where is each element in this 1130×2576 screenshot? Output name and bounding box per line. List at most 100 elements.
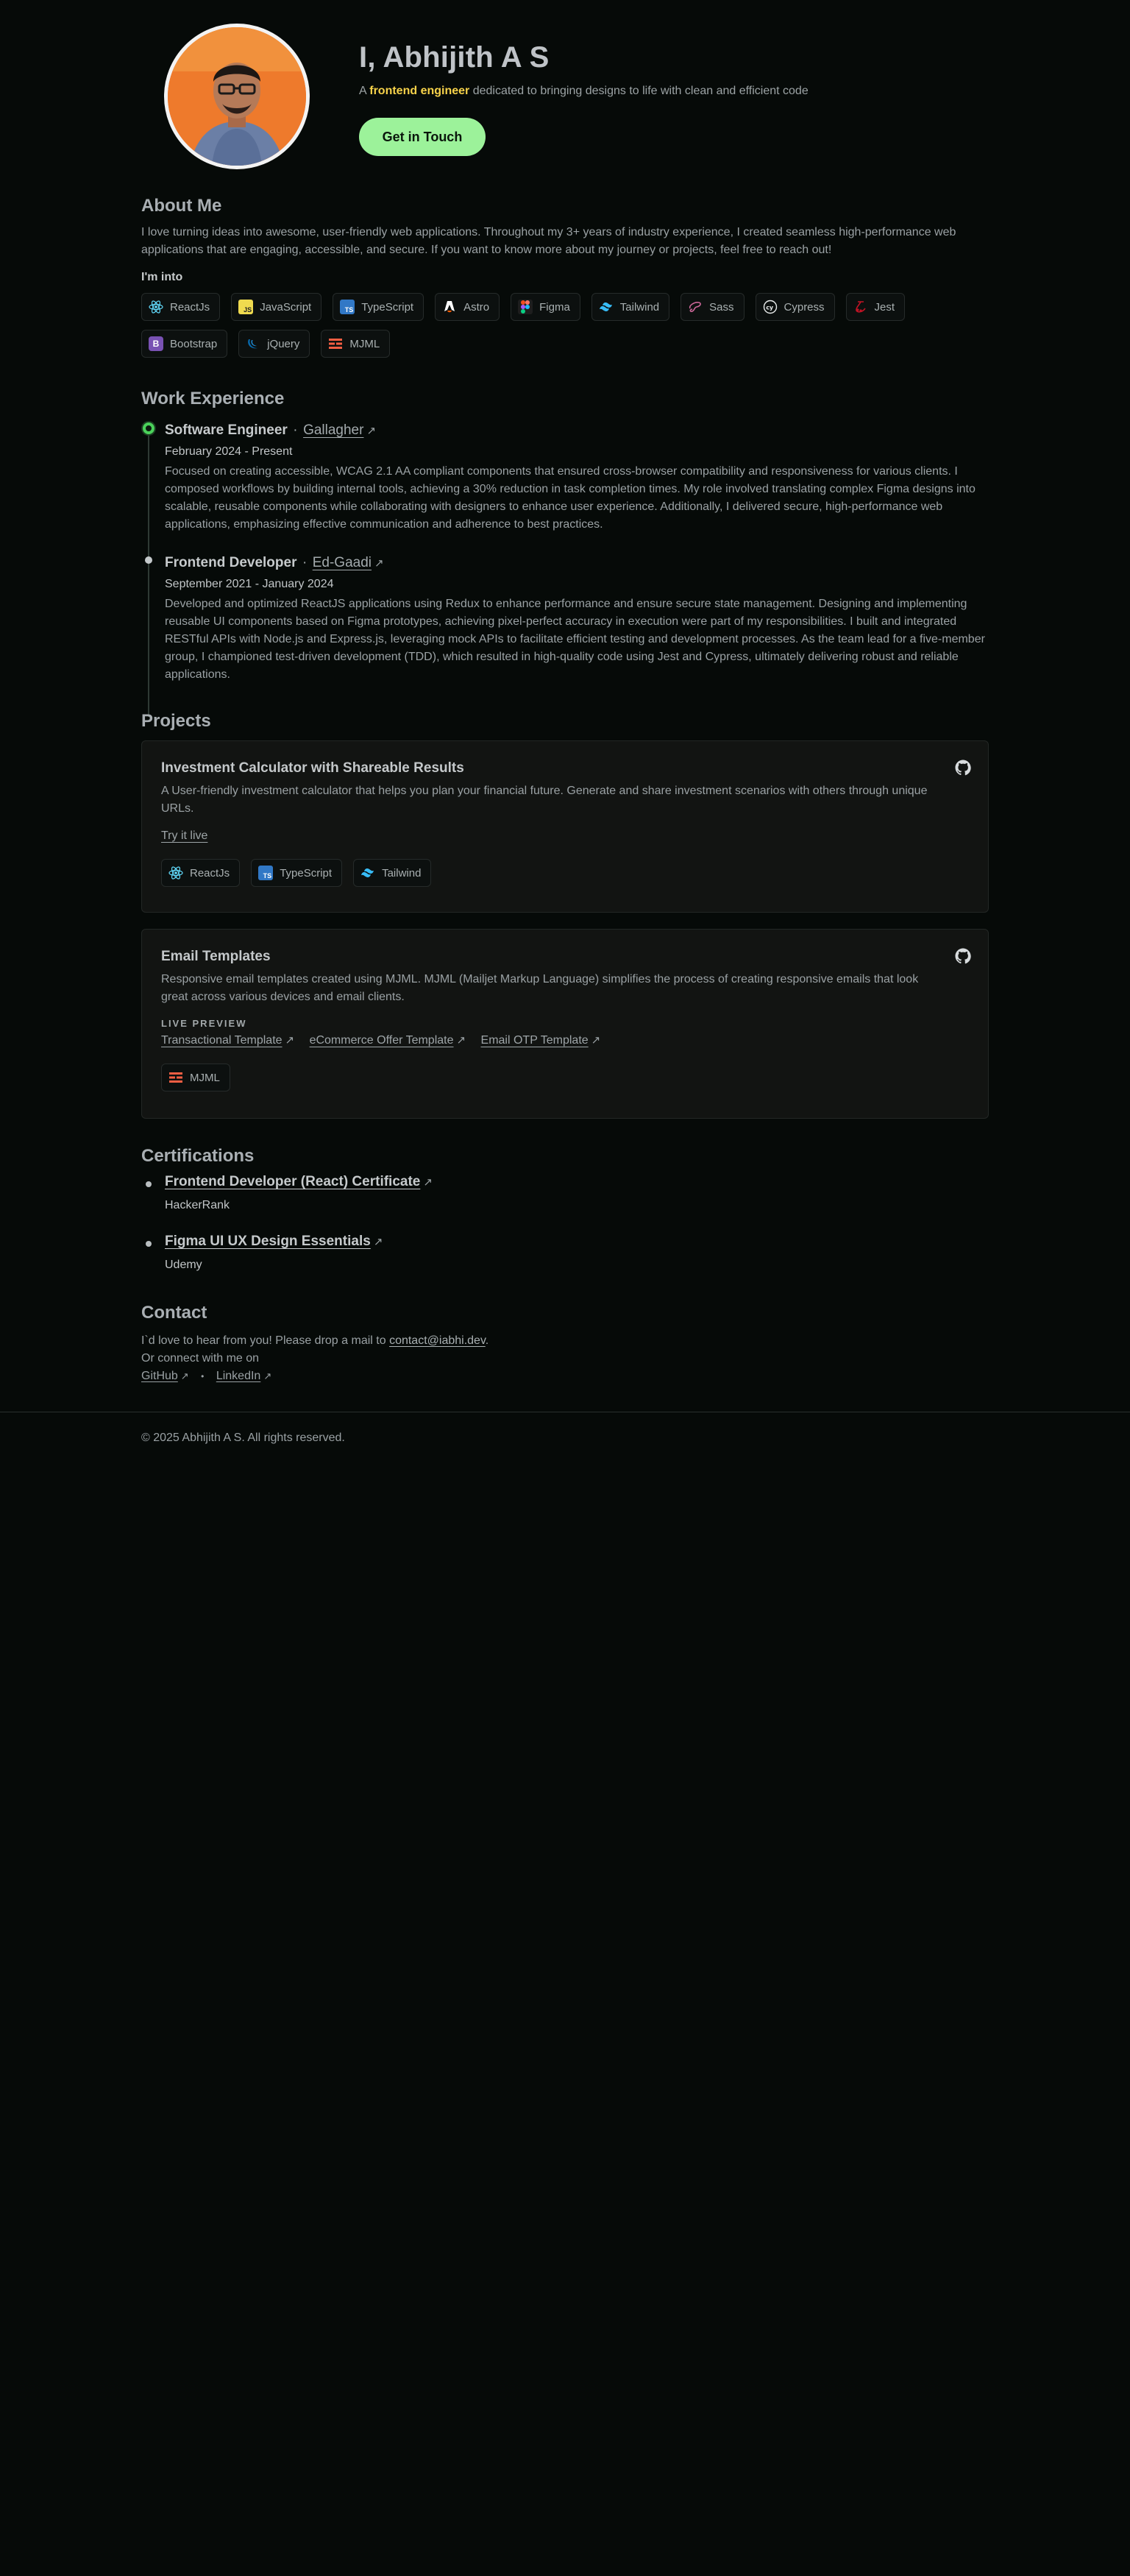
get-in-touch-button[interactable]: Get in Touch — [359, 118, 486, 156]
external-link-icon: ↗ — [591, 1034, 601, 1047]
tag-chip-reactjs: ReactJs — [161, 859, 241, 887]
project-body: Email Templates Responsive email templat… — [161, 949, 956, 1091]
tagline-prefix: A — [359, 85, 366, 97]
hero-text: I, Abhijith A S A frontend engineer dedi… — [359, 41, 992, 98]
experience-timeline: Software Engineer · Gallagher ↗ February … — [141, 421, 989, 717]
about-title: About Me — [141, 196, 222, 216]
copyright-text: © 2025 Abhijith A S. All rights reserved… — [141, 1432, 345, 1444]
timeline-line — [148, 434, 149, 717]
page: I, Abhijith A S A frontend engineer dedi… — [0, 0, 1130, 2576]
skill-chip-typescript: TS TypeScript — [333, 293, 424, 321]
try-it-live-link[interactable]: Try it live — [161, 829, 207, 842]
projects-title: Projects — [141, 711, 211, 731]
project-tags: ReactJs TS TypeScript Tailwind — [161, 859, 941, 887]
skill-chip-bootstrap: B Bootstrap — [141, 330, 228, 358]
external-link-icon: ↗ — [373, 1236, 383, 1248]
skill-chip-figma: Figma — [511, 293, 580, 321]
skill-label: Figma — [539, 300, 570, 314]
skill-label: Bootstrap — [170, 337, 218, 350]
svg-text:cy: cy — [766, 305, 774, 311]
external-link-icon: ↗ — [456, 1034, 466, 1047]
mjml-icon — [328, 336, 343, 351]
skill-label: ReactJs — [170, 300, 210, 314]
project-description: Responsive email templates created using… — [161, 973, 919, 1003]
react-icon — [149, 300, 163, 314]
certifications-title: Certifications — [141, 1146, 255, 1166]
preview-links: Transactional Template ↗ eCommerce Offer … — [161, 1033, 956, 1047]
external-link-icon: ↗ — [366, 425, 377, 437]
job-dates: February 2024 - Present — [165, 445, 293, 458]
skill-chip-jquery: jQuery — [238, 330, 310, 358]
email-otp-template-link[interactable]: Email OTP Template — [481, 1034, 589, 1047]
skill-chip-tailwind: Tailwind — [591, 293, 670, 321]
react-icon — [168, 866, 183, 880]
skill-label: Sass — [709, 300, 734, 314]
timeline-dot — [145, 556, 152, 564]
job-role: Frontend Developer — [165, 555, 297, 570]
ecommerce-offer-template-link[interactable]: eCommerce Offer Template — [310, 1034, 454, 1047]
tagline-suffix: dedicated to bringing designs to life wi… — [472, 85, 809, 97]
external-link-icon: ↗ — [263, 1370, 272, 1381]
contact-line-1: I`d love to hear from you! Please drop a… — [141, 1332, 989, 1350]
mjml-icon — [168, 1070, 183, 1085]
hero-tagline: A frontend engineer dedicated to bringin… — [359, 85, 992, 98]
bullet — [146, 1241, 152, 1247]
tag-label: TypeScript — [280, 866, 333, 880]
cert-title-link[interactable]: Figma UI UX Design Essentials — [165, 1234, 371, 1249]
job-separator: · — [302, 555, 308, 570]
into-label: I'm into — [141, 271, 183, 283]
about-section: About Me I love turning ideas into aweso… — [141, 196, 989, 358]
project-title: Email Templates — [161, 949, 271, 964]
experience-title: Work Experience — [141, 389, 285, 408]
github-icon[interactable] — [954, 947, 972, 965]
tag-label: Tailwind — [382, 866, 422, 880]
project-card: Email Templates Responsive email templat… — [141, 929, 989, 1119]
skill-chip-reactjs: ReactJs — [141, 293, 221, 321]
typescript-icon: TS — [340, 300, 355, 314]
github-icon[interactable] — [954, 759, 972, 776]
tag-label: MJML — [190, 1071, 220, 1084]
job-company-link[interactable]: Gallagher — [303, 422, 363, 438]
skill-chip-astro: Astro — [435, 293, 500, 321]
project-card: Investment Calculator with Shareable Res… — [141, 740, 989, 913]
about-text: I love turning ideas into awesome, user-… — [141, 226, 956, 256]
external-link-icon: ↗ — [285, 1034, 295, 1047]
contact-period: . — [485, 1334, 489, 1347]
skills-list: ReactJs JS JavaScript TS TypeScript Astr… — [141, 293, 989, 358]
github-link[interactable]: GitHub — [141, 1370, 178, 1382]
job-description: Focused on creating accessible, WCAG 2.1… — [165, 465, 976, 531]
job-separator: · — [293, 422, 298, 438]
projects-section: Projects Investment Calculator with Shar… — [141, 711, 989, 1123]
tagline-highlight: frontend engineer — [369, 85, 470, 97]
astro-icon — [442, 300, 457, 314]
cypress-icon: cy — [763, 300, 778, 314]
jquery-icon — [246, 336, 260, 351]
linkedin-link[interactable]: LinkedIn — [216, 1370, 261, 1382]
tailwind-icon — [599, 300, 614, 314]
timeline-dot-current — [143, 422, 154, 434]
contact-intro: I`d love to hear from you! Please drop a… — [141, 1334, 386, 1347]
job-company-link[interactable]: Ed-Gaadi — [313, 555, 372, 570]
job-item: Software Engineer · Gallagher ↗ February … — [165, 421, 989, 534]
typescript-icon: TS — [258, 866, 274, 880]
contact-title: Contact — [141, 1303, 207, 1323]
skill-chip-mjml: MJML — [321, 330, 391, 358]
jest-icon — [853, 300, 868, 314]
tag-chip-mjml: MJML — [161, 1064, 230, 1091]
external-link-icon: ↗ — [423, 1176, 433, 1189]
transactional-template-link[interactable]: Transactional Template — [161, 1034, 282, 1047]
project-tags: MJML — [161, 1064, 941, 1091]
bootstrap-icon: B — [149, 336, 163, 351]
social-links: GitHub ↗ • LinkedIn ↗ — [141, 1367, 989, 1385]
cert-issuer: HackerRank — [165, 1199, 230, 1211]
cert-title-link[interactable]: Frontend Developer (React) Certificate — [165, 1174, 420, 1189]
email-link[interactable]: contact@iabhi.dev — [389, 1334, 486, 1347]
skill-label: MJML — [349, 337, 380, 350]
job-dates: September 2021 - January 2024 — [165, 578, 334, 590]
bullet — [146, 1181, 152, 1187]
skill-chip-sass: Sass — [681, 293, 745, 321]
cert-item: Figma UI UX Design Essentials ↗ Udemy — [165, 1234, 383, 1272]
external-link-icon: ↗ — [180, 1370, 189, 1381]
cert-issuer: Udemy — [165, 1259, 202, 1271]
tag-chip-typescript: TS TypeScript — [251, 859, 343, 887]
